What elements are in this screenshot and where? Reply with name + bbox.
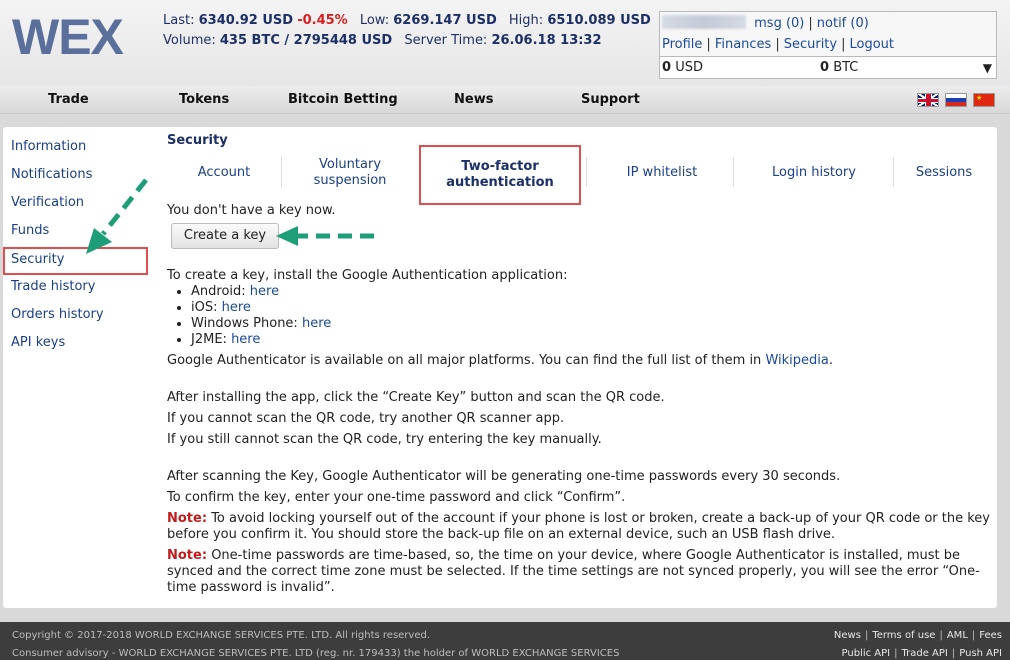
logout-link[interactable]: Logout bbox=[850, 37, 895, 52]
note-label: Note: bbox=[167, 511, 208, 526]
msg-link[interactable]: msg (0) bbox=[754, 16, 804, 31]
volume-label: Volume: bbox=[163, 33, 216, 48]
wex-logo[interactable]: WEX bbox=[12, 8, 124, 66]
section-title: Security bbox=[167, 133, 228, 148]
footer-terms-link[interactable]: Terms of use bbox=[872, 630, 935, 641]
header: WEX Last: 6340.92 USD -0.45% Low: 6269.1… bbox=[0, 0, 1010, 86]
footer-push-api-link[interactable]: Push API bbox=[959, 648, 1002, 659]
install-text-1: After installing the app, click the “Cre… bbox=[167, 390, 665, 405]
high-label: High: bbox=[508, 13, 544, 28]
btc-balance: 0 BTC bbox=[820, 60, 859, 75]
tab-divider bbox=[281, 157, 282, 187]
intro-text: To create a key, install the Google Auth… bbox=[167, 268, 568, 283]
wikipedia-link[interactable]: Wikipedia bbox=[765, 353, 828, 368]
sidebar-item-information[interactable]: Information bbox=[3, 137, 153, 165]
scan-text-1: After scanning the Key, Google Authentic… bbox=[167, 469, 841, 484]
ticker: Last: 6340.92 USD -0.45% Low: 6269.147 U… bbox=[163, 11, 651, 51]
note-time: Note: One-time passwords are time-based,… bbox=[167, 548, 980, 595]
finances-link[interactable]: Finances bbox=[715, 37, 772, 52]
copyright-text: Copyright © 2017-2018 WORLD EXCHANGE SER… bbox=[12, 630, 431, 641]
instructions: To create a key, install the Google Auth… bbox=[167, 268, 992, 596]
nav-tokens[interactable]: Tokens bbox=[179, 86, 229, 114]
available-text: Google Authenticator is available on all… bbox=[167, 353, 833, 368]
windows-phone-link[interactable]: here bbox=[302, 316, 331, 331]
balance-dropdown[interactable]: 0 USD 0 BTC ▼ bbox=[660, 56, 996, 78]
tab-account[interactable]: Account bbox=[167, 155, 281, 191]
footer-news-link[interactable]: News bbox=[834, 630, 861, 641]
user-box: msg (0) | notif (0) Profile | Finances | Secur… bbox=[659, 11, 997, 79]
footer: Copyright © 2017-2018 WORLD EXCHANGE SER… bbox=[0, 622, 1010, 660]
username-blurred bbox=[662, 15, 746, 29]
security-tabs: Account Voluntary suspension Two-factor … bbox=[167, 145, 994, 205]
android-link[interactable]: here bbox=[250, 284, 279, 299]
nav-bitcoin-betting[interactable]: Bitcoin Betting bbox=[288, 86, 398, 114]
footer-fees-link[interactable]: Fees bbox=[979, 630, 1002, 641]
sidebar-item-funds[interactable]: Funds bbox=[3, 221, 153, 249]
tab-ip-whitelist[interactable]: IP whitelist bbox=[587, 155, 737, 191]
list-item: J2ME: here bbox=[191, 332, 992, 348]
main-panel: Information Notifications Verification F… bbox=[3, 127, 997, 608]
server-time-label: Server Time: bbox=[404, 33, 488, 48]
main-nav: Trade Tokens Bitcoin Betting News Suppor… bbox=[0, 86, 1010, 114]
usd-balance: 0 USD bbox=[662, 60, 703, 75]
volume-value: 435 BTC / 2795448 USD bbox=[219, 33, 393, 48]
install-text-2: If you cannot scan the QR code, try anot… bbox=[167, 411, 565, 426]
list-item: Windows Phone: here bbox=[191, 316, 992, 332]
ios-link[interactable]: here bbox=[222, 300, 251, 315]
tab-login-history[interactable]: Login history bbox=[734, 155, 894, 191]
low-label: Low: bbox=[359, 13, 390, 28]
sidebar-item-notifications[interactable]: Notifications bbox=[3, 165, 153, 193]
sidebar-item-api-keys[interactable]: API keys bbox=[3, 333, 153, 361]
caret-down-icon[interactable]: ▼ bbox=[983, 57, 992, 79]
footer-links-1: News | Terms of use | AML | Fees bbox=[833, 630, 1002, 641]
notif-link[interactable]: notif (0) bbox=[817, 16, 869, 31]
security-link[interactable]: Security bbox=[784, 37, 837, 52]
no-key-message: You don't have a key now. bbox=[167, 203, 336, 218]
sidebar-item-trade-history[interactable]: Trade history bbox=[3, 277, 153, 305]
ru-flag-icon[interactable] bbox=[945, 93, 967, 107]
create-key-button[interactable]: Create a key bbox=[171, 223, 279, 249]
sidebar-item-verification[interactable]: Verification bbox=[3, 193, 153, 221]
advisory-text: Consumer advisory - WORLD EXCHANGE SERVI… bbox=[12, 648, 620, 659]
low-value: 6269.147 USD bbox=[393, 13, 497, 28]
last-value: 6340.92 USD bbox=[198, 13, 294, 28]
server-time-value: 26.06.18 13:32 bbox=[491, 33, 602, 48]
tab-two-factor-authentication[interactable]: Two-factor authentication bbox=[419, 145, 581, 205]
platform-list: Android: here iOS: here Windows Phone: h… bbox=[167, 284, 992, 348]
footer-links-2: Public API | Trade API | Push API bbox=[841, 648, 1002, 659]
note-label: Note: bbox=[167, 548, 208, 563]
scan-text-2: To confirm the key, enter your one-time … bbox=[167, 490, 626, 505]
high-value: 6510.089 USD bbox=[547, 13, 651, 28]
sidebar: Information Notifications Verification F… bbox=[3, 137, 153, 361]
sidebar-item-orders-history[interactable]: Orders history bbox=[3, 305, 153, 333]
tab-sessions[interactable]: Sessions bbox=[894, 155, 994, 191]
change-value: -0.45% bbox=[297, 13, 348, 28]
list-item: Android: here bbox=[191, 284, 992, 300]
footer-trade-api-link[interactable]: Trade API bbox=[901, 648, 947, 659]
footer-public-api-link[interactable]: Public API bbox=[842, 648, 891, 659]
nav-support[interactable]: Support bbox=[581, 86, 640, 114]
note-backup: Note: To avoid locking yourself out of t… bbox=[167, 511, 991, 542]
footer-aml-link[interactable]: AML bbox=[947, 630, 968, 641]
tab-voluntary-suspension[interactable]: Voluntary suspension bbox=[285, 155, 415, 191]
list-item: iOS: here bbox=[191, 300, 992, 316]
uk-flag-icon[interactable] bbox=[917, 93, 939, 107]
cn-flag-icon[interactable]: ★ bbox=[973, 93, 995, 107]
nav-trade[interactable]: Trade bbox=[48, 86, 89, 114]
nav-news[interactable]: News bbox=[454, 86, 493, 114]
last-label: Last: bbox=[163, 13, 195, 28]
profile-link[interactable]: Profile bbox=[662, 37, 702, 52]
install-text-3: If you still cannot scan the QR code, tr… bbox=[167, 432, 602, 447]
sidebar-item-security[interactable]: Security bbox=[3, 247, 148, 275]
j2me-link[interactable]: here bbox=[231, 332, 260, 347]
